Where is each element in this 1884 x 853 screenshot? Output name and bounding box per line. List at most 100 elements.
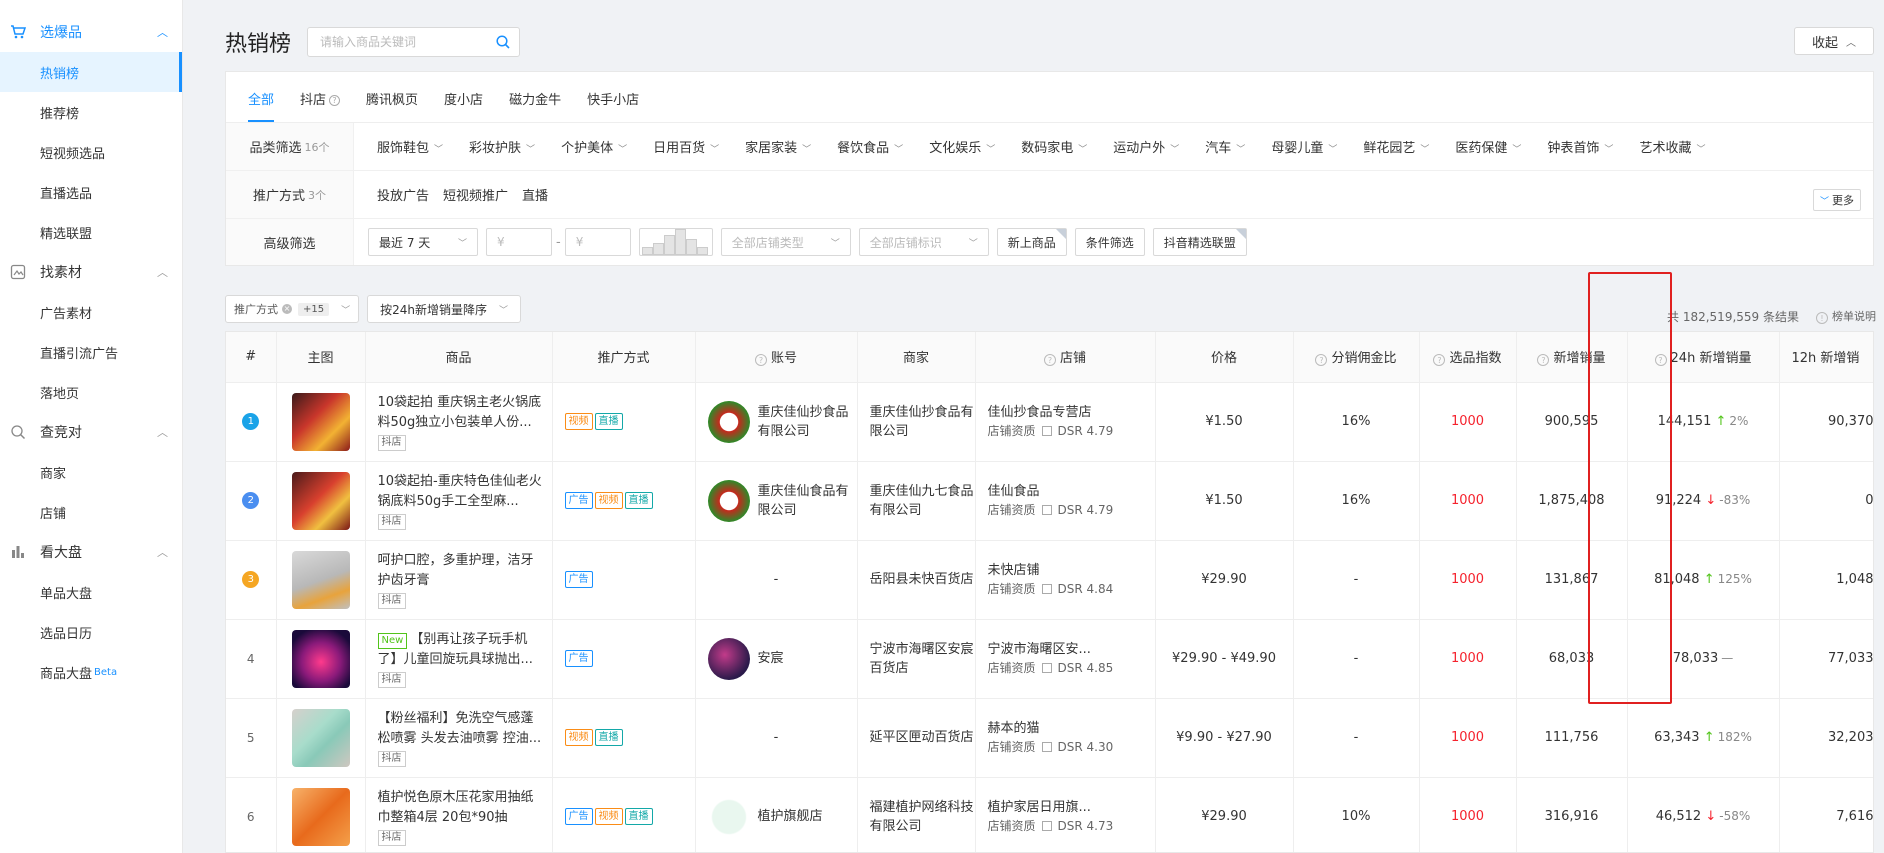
- tab-cilijinniu[interactable]: 磁力金牛: [509, 89, 561, 122]
- sidebar-item-calendar[interactable]: 选品日历: [0, 612, 182, 652]
- price-max-input[interactable]: ¥: [564, 228, 631, 256]
- shop-name[interactable]: 佳仙抄食品专营店: [988, 403, 1155, 422]
- promo-option-live[interactable]: 直播: [522, 185, 548, 204]
- promo-option-ads[interactable]: 投放广告: [377, 185, 429, 204]
- category-option[interactable]: 鲜花园艺 ﹀: [1363, 137, 1429, 156]
- sidebar-item-alliance[interactable]: 精选联盟: [0, 212, 182, 252]
- product-title[interactable]: 植护悦色原木压花家用抽纸巾整箱4层 20包*90抽: [378, 788, 552, 828]
- category-option[interactable]: 钟表首饰 ﹀: [1547, 137, 1613, 156]
- shop-name[interactable]: 赫本的猫: [988, 719, 1155, 738]
- category-option[interactable]: 医药保健 ﹀: [1455, 137, 1521, 156]
- category-option[interactable]: 家居家装 ﹀: [745, 137, 811, 156]
- table-row[interactable]: 5 【粉丝福利】免洗空气感蓬松喷雾 头发去油喷雾 控油... 抖店 视频 直播 - 延平区匣…: [226, 698, 1873, 778]
- category-option[interactable]: 运动户外 ﹀: [1113, 137, 1179, 156]
- search-input[interactable]: [308, 28, 489, 56]
- sidebar-item-landing[interactable]: 落地页: [0, 372, 182, 412]
- product-thumbnail[interactable]: [291, 629, 350, 688]
- account-info[interactable]: 重庆佳仙食品有限公司: [707, 479, 857, 522]
- sidebar-item-live[interactable]: 直播选品: [0, 172, 182, 212]
- external-link-icon[interactable]: [1041, 504, 1052, 515]
- tab-kuaishou[interactable]: 快手小店: [587, 89, 639, 122]
- merchant-name[interactable]: 岳阳县未快百货店: [870, 570, 975, 589]
- product-thumbnail[interactable]: [291, 471, 350, 530]
- category-option[interactable]: 服饰鞋包 ﹀: [377, 137, 443, 156]
- category-option[interactable]: 餐饮食品 ﹀: [837, 137, 903, 156]
- promo-option-video[interactable]: 短视频推广: [443, 185, 508, 204]
- col-commission[interactable]: ? 分销佣金比: [1293, 332, 1420, 383]
- external-link-icon[interactable]: [1041, 662, 1052, 673]
- shop-name[interactable]: 植护家居日用旗...: [988, 798, 1155, 817]
- price-histogram[interactable]: [638, 228, 713, 256]
- external-link-icon[interactable]: [1041, 583, 1052, 594]
- sort-select[interactable]: 按24h新增销量降序 ﹀: [367, 295, 522, 323]
- avatar[interactable]: [707, 637, 750, 680]
- product-title[interactable]: 呵护口腔，多重护理，洁牙护齿牙膏: [378, 551, 552, 591]
- search-box[interactable]: [307, 27, 521, 57]
- product-thumbnail[interactable]: [291, 787, 350, 846]
- account-info[interactable]: 植护旗舰店: [707, 795, 857, 838]
- product-title[interactable]: 10袋起拍 重庆锅主老火锅底料50g独立小包装单人份...: [378, 393, 552, 433]
- category-option[interactable]: 母婴儿童 ﹀: [1271, 137, 1337, 156]
- sidebar-section-competitor[interactable]: 查竞对 ︿: [0, 412, 182, 452]
- shop-name[interactable]: 未快店铺: [988, 561, 1155, 580]
- category-option[interactable]: 艺术收藏 ﹀: [1639, 137, 1705, 156]
- external-link-icon[interactable]: [1041, 741, 1052, 752]
- external-link-icon[interactable]: [1041, 820, 1052, 831]
- tab-all[interactable]: 全部: [248, 89, 275, 122]
- category-option[interactable]: 数码家电 ﹀: [1021, 137, 1087, 156]
- account-info[interactable]: 安宸: [707, 637, 857, 680]
- merchant-name[interactable]: 重庆佳仙抄食品有限公司: [870, 403, 975, 441]
- merchant-name[interactable]: 宁波市海曙区安宸百货店: [870, 640, 975, 678]
- product-thumbnail[interactable]: [291, 392, 350, 451]
- store-type-select[interactable]: 全部店铺类型 ﹀: [720, 228, 851, 256]
- sidebar-item-recommend[interactable]: 推荐榜: [0, 92, 182, 132]
- account-info[interactable]: 重庆佳仙抄食品有限公司: [707, 400, 857, 443]
- tab-tencent[interactable]: 腾讯枫页: [366, 89, 418, 122]
- sidebar-item-live-ad[interactable]: 直播引流广告: [0, 332, 182, 372]
- table-row[interactable]: 3 呵护口腔，多重护理，洁牙护齿牙膏 抖店 广告 - 岳阳县未快百货店 未快店铺 店铺资质 DS…: [226, 540, 1873, 620]
- price-min-input[interactable]: ¥: [486, 228, 552, 256]
- avatar[interactable]: [707, 795, 750, 838]
- avatar[interactable]: [707, 479, 750, 522]
- category-option[interactable]: 个护美体 ﹀: [561, 137, 627, 156]
- sidebar-section-select-products[interactable]: 选爆品 ︿: [0, 12, 182, 52]
- product-thumbnail[interactable]: [291, 708, 350, 767]
- product-title[interactable]: New 【别再让孩子玩手机了】儿童回旋玩具球抛出...: [377, 630, 552, 670]
- conditions-button[interactable]: 条件筛选: [1074, 228, 1145, 256]
- product-title[interactable]: 10袋起拍-重庆特色佳仙老火锅底料50g手工全型麻...: [378, 472, 552, 512]
- shop-name[interactable]: 宁波市海曙区安...: [988, 640, 1155, 659]
- period-select[interactable]: 最近 7 天 ﹀: [368, 228, 478, 256]
- question-icon[interactable]: ?: [329, 95, 341, 106]
- col-account[interactable]: ? 账号: [695, 332, 858, 383]
- chevron-up-icon[interactable]: ︿: [157, 544, 168, 560]
- sidebar-item-ad-material[interactable]: 广告素材: [0, 292, 182, 332]
- sidebar-section-dashboard[interactable]: 看大盘 ︿: [0, 532, 182, 572]
- category-option[interactable]: 彩妆护肤 ﹀: [469, 137, 535, 156]
- sidebar-item-short-video[interactable]: 短视频选品: [0, 132, 182, 172]
- external-link-icon[interactable]: [1041, 425, 1052, 436]
- col-index[interactable]: ? 选品指数: [1419, 332, 1517, 383]
- sidebar-section-material[interactable]: 找素材 ︿: [0, 252, 182, 292]
- table-row[interactable]: 2 10袋起拍-重庆特色佳仙老火锅底料50g手工全型麻... 抖店 广告 视频 直播 重庆佳…: [226, 461, 1873, 541]
- new-goods-button[interactable]: 新上商品: [996, 228, 1067, 256]
- more-button[interactable]: ﹀ 更多: [1812, 189, 1861, 211]
- table-row[interactable]: 1 10袋起拍 重庆锅主老火锅底料50g独立小包装单人份... 抖店 视频 直播 重庆佳仙…: [226, 382, 1873, 462]
- sidebar-item-goods-board[interactable]: 商品大盘 Beta: [0, 652, 182, 692]
- merchant-name[interactable]: 延平区匣动百货店: [870, 728, 975, 747]
- tab-douyin[interactable]: 抖店?: [300, 89, 341, 122]
- category-option[interactable]: 文化娱乐 ﹀: [929, 137, 995, 156]
- active-filter-chip[interactable]: 推广方式 × +15 ﹀: [225, 295, 360, 323]
- product-title[interactable]: 【粉丝福利】免洗空气感蓬松喷雾 头发去油喷雾 控油...: [378, 709, 552, 749]
- sidebar-item-shop[interactable]: 店铺: [0, 492, 182, 532]
- category-option[interactable]: 汽车 ﹀: [1205, 137, 1245, 156]
- product-thumbnail[interactable]: [291, 550, 350, 609]
- col-24h-sales[interactable]: ? 24h 新增销量: [1627, 332, 1780, 383]
- merchant-name[interactable]: 福建植护网络科技有限公司: [870, 798, 975, 836]
- avatar[interactable]: [707, 400, 750, 443]
- collapse-button[interactable]: 收起 ︿: [1794, 27, 1874, 55]
- chevron-up-icon[interactable]: ︿: [157, 264, 168, 280]
- shop-name[interactable]: 佳仙食品: [988, 482, 1155, 501]
- close-icon[interactable]: ×: [282, 304, 292, 314]
- alliance-button[interactable]: 抖音精选联盟: [1152, 228, 1247, 256]
- merchant-name[interactable]: 重庆佳仙九七食品有限公司: [870, 482, 975, 520]
